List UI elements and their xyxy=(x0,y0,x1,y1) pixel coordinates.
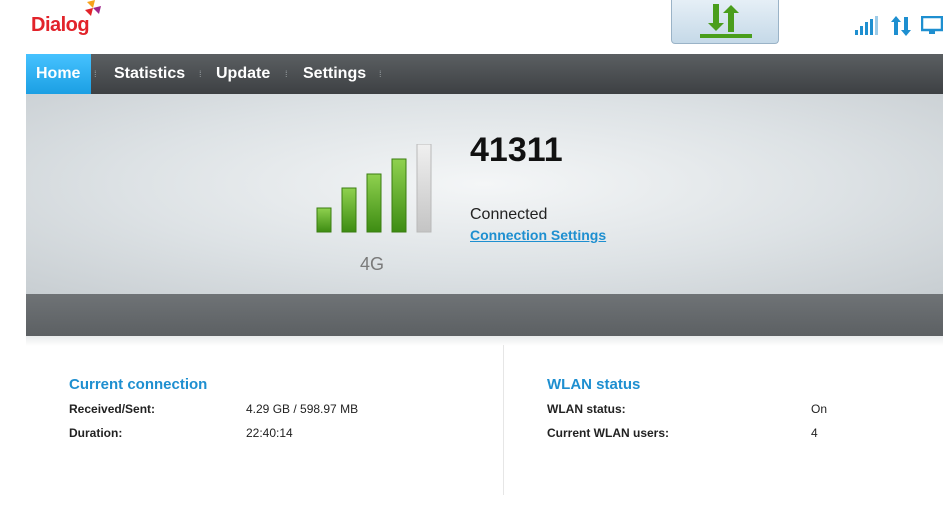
update-arrows-icon xyxy=(700,4,752,38)
nav-separator: ⁞ xyxy=(94,69,97,79)
network-type: 4G xyxy=(360,254,385,274)
nav-separator: ⁞ xyxy=(379,69,382,79)
signal-bars-icon xyxy=(316,144,432,233)
connection-settings-link[interactable]: Connection Settings xyxy=(470,227,606,243)
signal-bar xyxy=(366,173,382,233)
nav-item-home[interactable]: Home xyxy=(26,54,91,94)
banner-shadow xyxy=(26,336,943,346)
signal-bar xyxy=(341,187,357,233)
nav-item-statistics[interactable]: Statistics xyxy=(114,54,185,94)
main-nav: Home ⁞ Statistics ⁞ Update ⁞ Settings ⁞ xyxy=(26,54,943,94)
current-connection-title: Current connection xyxy=(69,376,208,393)
signal-bar xyxy=(391,158,407,233)
pc-connection-icon xyxy=(921,16,943,34)
duration-value: 22:40:14 xyxy=(246,426,293,440)
duration-label: Duration: xyxy=(69,426,123,440)
wlan-status-label: WLAN status: xyxy=(547,402,626,416)
received-sent-label: Received/Sent: xyxy=(69,402,156,416)
dialog-logo: Dialog xyxy=(31,0,111,45)
received-sent-value: 4.29 GB / 598.97 MB xyxy=(246,402,359,416)
signal-bar xyxy=(416,144,432,233)
nav-item-settings[interactable]: Settings xyxy=(303,54,366,94)
status-banner xyxy=(26,94,943,294)
signal-strength-icon xyxy=(855,16,878,35)
wlan-users-value: 4 xyxy=(811,426,818,440)
wlan-users-label: Current WLAN users: xyxy=(547,426,670,440)
logo-text: Dialog xyxy=(31,14,90,36)
data-transfer-icon xyxy=(891,16,911,36)
wlan-status-value: On xyxy=(811,402,828,416)
nav-separator: ⁞ xyxy=(285,69,288,79)
banner-footer-strip xyxy=(26,294,943,336)
update-button[interactable] xyxy=(671,0,779,44)
nav-item-update[interactable]: Update xyxy=(216,54,270,94)
connection-status: Connected xyxy=(470,206,548,223)
wlan-status-title: WLAN status xyxy=(547,376,641,393)
section-divider xyxy=(503,345,504,495)
carrier-name: 41311 xyxy=(470,131,563,169)
nav-separator: ⁞ xyxy=(199,69,202,79)
status-icons xyxy=(843,16,943,40)
signal-bar xyxy=(316,207,332,233)
